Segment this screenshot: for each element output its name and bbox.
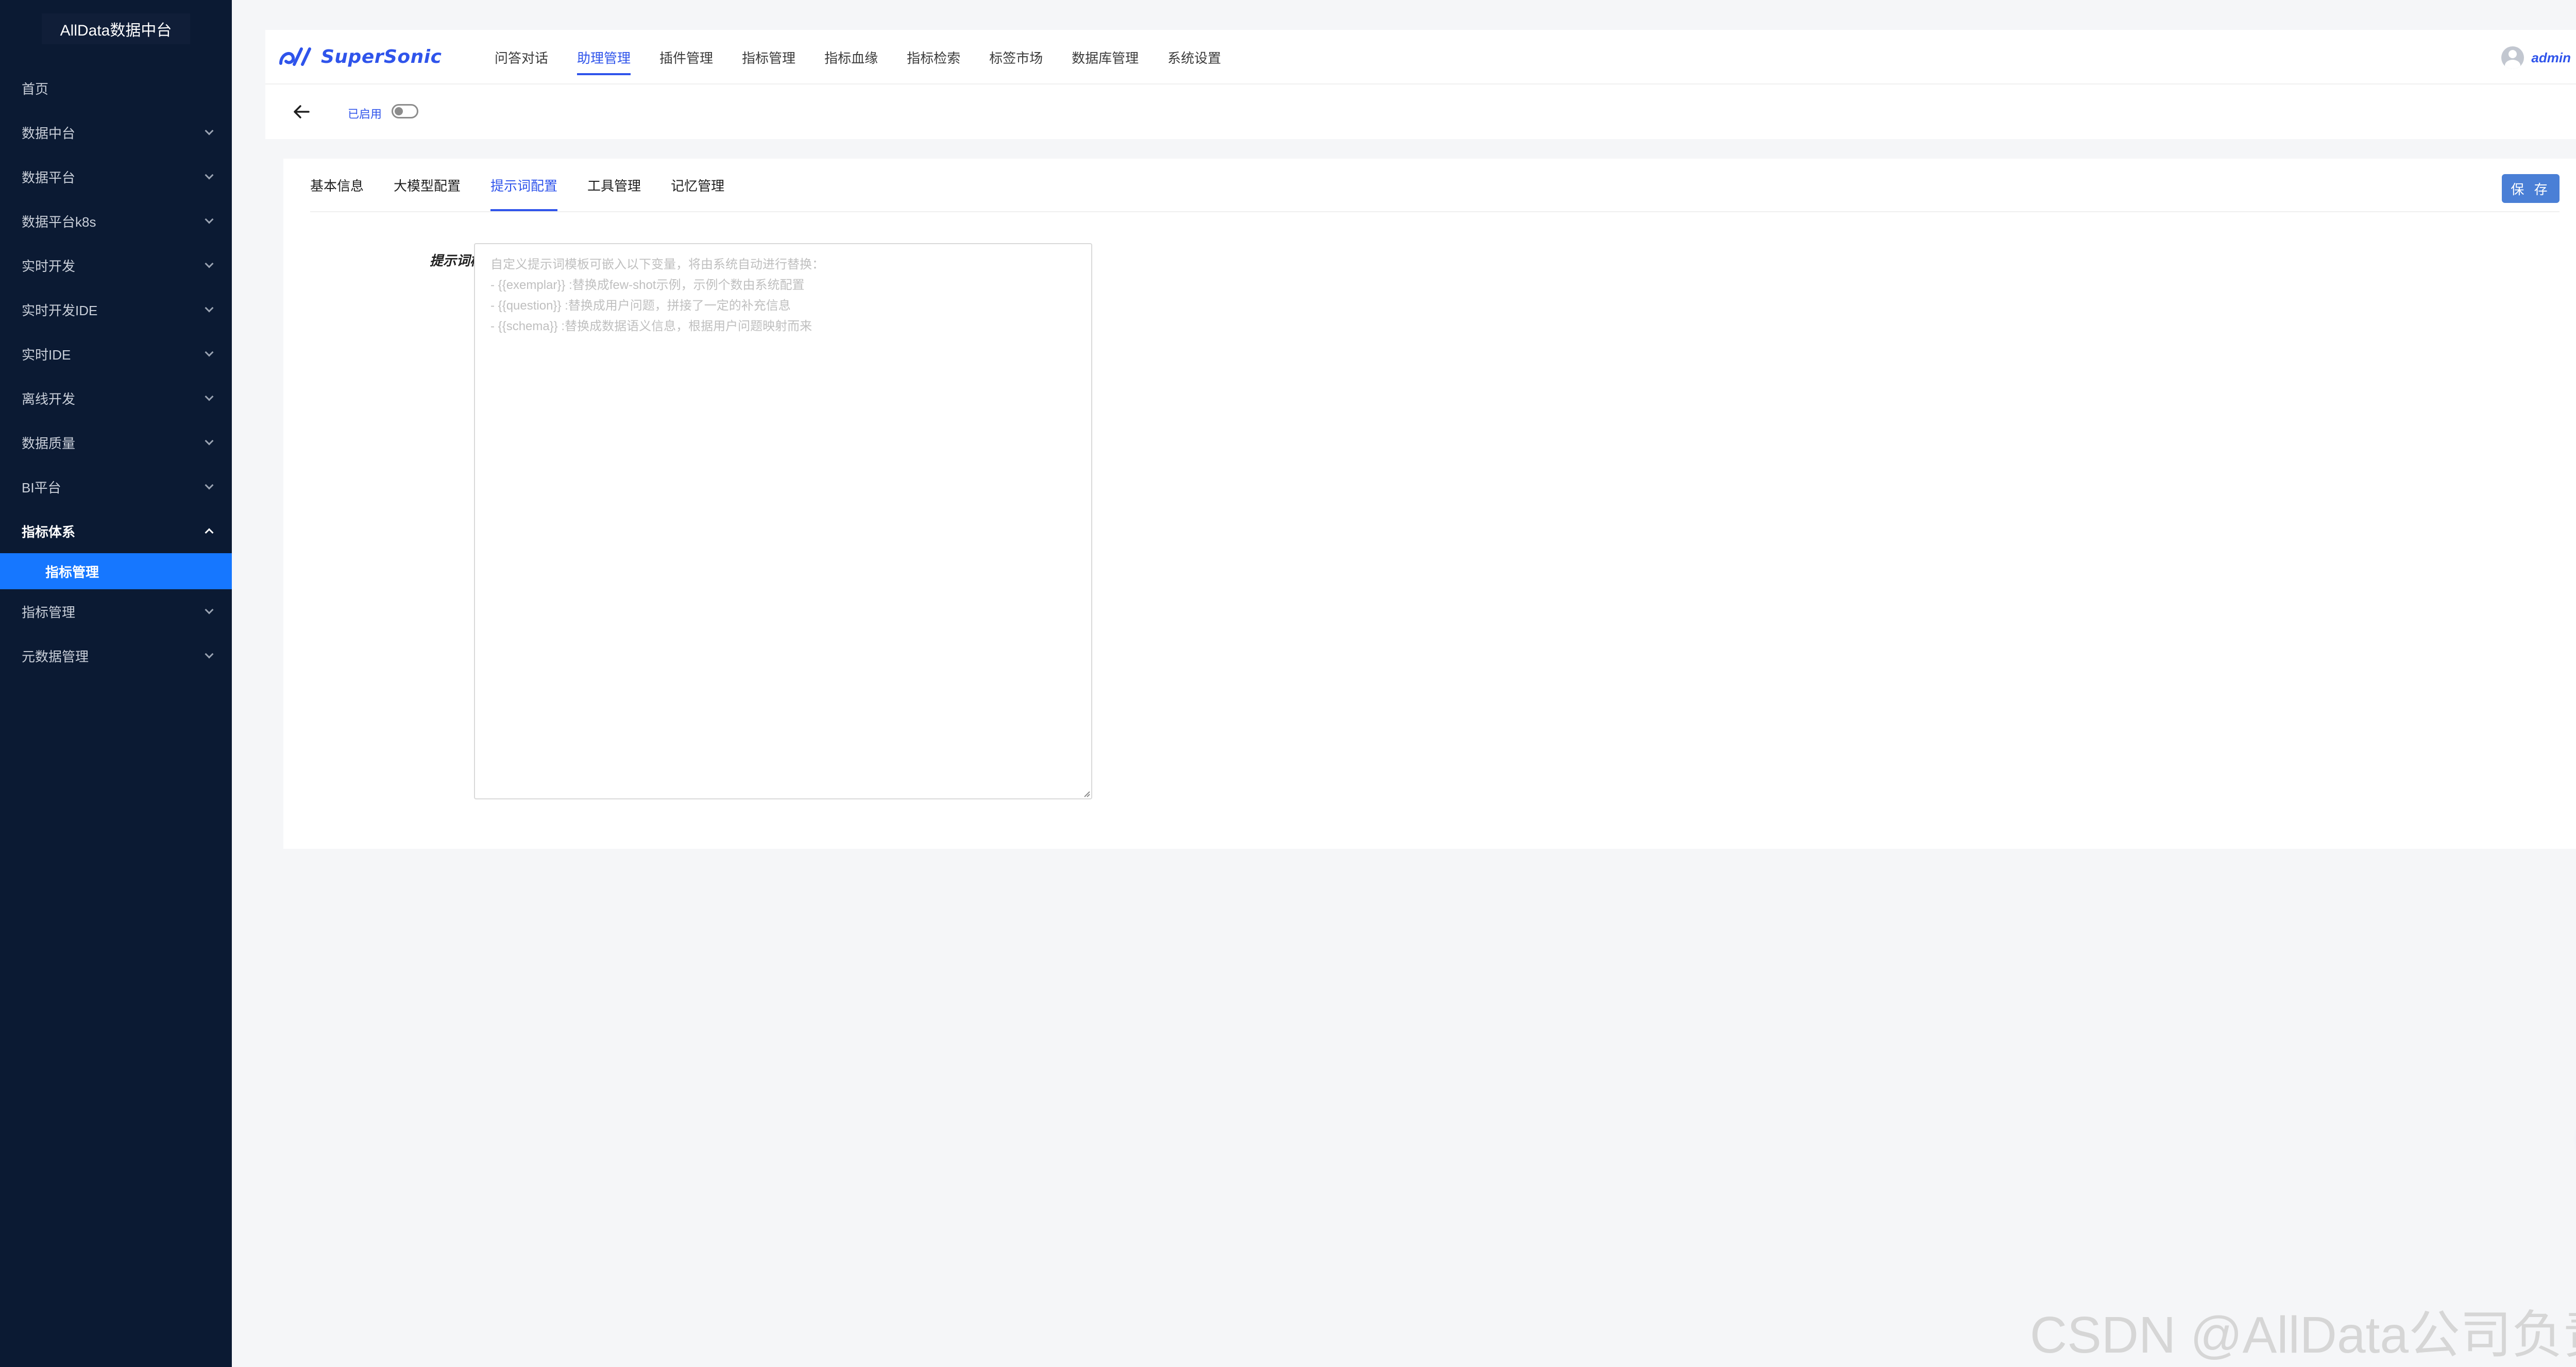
back-arrow-icon[interactable] — [290, 100, 314, 124]
sidebar-item-label: 数据平台k8s — [22, 214, 96, 230]
logo-text: SuperSonic — [321, 46, 442, 67]
status-label: 已启用 — [348, 108, 382, 121]
sidebar-item-metric-system[interactable]: 指标体系 — [0, 509, 232, 553]
chevron-up-icon — [205, 528, 214, 537]
sidebar-item-bi-platform[interactable]: BI平台 — [0, 465, 232, 509]
chevron-down-icon — [205, 650, 214, 659]
user-menu[interactable]: admin — [2501, 45, 2571, 70]
sidebar-item-data-platform[interactable]: 数据平台 — [0, 155, 232, 199]
sub-header: 已启用 — [265, 84, 2576, 139]
tab-llm-config[interactable]: 大模型配置 — [394, 159, 461, 211]
tabs-divider — [310, 211, 2560, 212]
sidebar-item-label: 实时IDE — [22, 347, 71, 363]
sidebar-brand: AllData数据中台 — [0, 0, 232, 58]
nav-tab-qa-chat[interactable]: 问答对话 — [495, 30, 548, 84]
sidebar-item-data-platform-k8s[interactable]: 数据平台k8s — [0, 199, 232, 243]
supersonic-logo-icon — [279, 47, 311, 66]
sidebar-item-realtime-dev-ide[interactable]: 实时开发IDE — [0, 287, 232, 332]
placeholder-line: - {{exemplar}} :替换成few-shot示例，示例个数由系统配置 — [490, 278, 805, 292]
sidebar-subitem-label: 指标管理 — [45, 564, 99, 580]
resize-handle-icon[interactable] — [1082, 789, 1090, 797]
sidebar-item-offline-dev[interactable]: 离线开发 — [0, 376, 232, 420]
sidebar-item-label: BI平台 — [22, 480, 61, 495]
sidebar-item-realtime-ide[interactable]: 实时IDE — [0, 332, 232, 376]
chevron-down-icon — [205, 481, 214, 490]
sidebar-item-label: 实时开发 — [22, 258, 76, 274]
sidebar-item-label: 实时开发IDE — [22, 302, 98, 318]
nav-tab-database-management[interactable]: 数据库管理 — [1072, 30, 1139, 84]
top-navigation: SuperSonic 问答对话 助理管理 插件管理 指标管理 指标血缘 指标检索… — [265, 30, 2576, 84]
chevron-down-icon — [205, 126, 214, 135]
brand-title: AllData数据中台 — [41, 13, 191, 44]
nav-tab-metric-management[interactable]: 指标管理 — [742, 30, 795, 84]
supersonic-logo[interactable]: SuperSonic — [278, 41, 442, 72]
tab-tool-management[interactable]: 工具管理 — [587, 159, 641, 211]
sidebar-item-label: 离线开发 — [22, 391, 76, 407]
chevron-down-icon — [205, 170, 214, 180]
nav-tab-tag-market[interactable]: 标签市场 — [989, 30, 1043, 84]
nav-tab-plugin-management[interactable]: 插件管理 — [659, 30, 713, 84]
prompt-template-textarea[interactable]: 自定义提示词模板可嵌入以下变量，将由系统自动进行替换： - {{exemplar… — [474, 243, 1092, 799]
config-tabs: 基本信息 大模型配置 提示词配置 工具管理 记忆管理 — [310, 159, 754, 211]
chevron-down-icon — [205, 215, 214, 224]
sidebar-subitem-metric-management[interactable]: 指标管理 — [0, 553, 232, 589]
sidebar-item-data-quality[interactable]: 数据质量 — [0, 420, 232, 465]
placeholder-line: 自定义提示词模板可嵌入以下变量，将由系统自动进行替换： — [490, 258, 824, 271]
sidebar-item-label: 数据平台 — [22, 169, 76, 185]
nav-tab-metric-search[interactable]: 指标检索 — [907, 30, 960, 84]
enable-toggle[interactable] — [392, 104, 418, 118]
placeholder-line: - {{question}} :替换成用户问题，拼接了一定的补充信息 — [490, 299, 791, 313]
sidebar-item-label: 首页 — [22, 81, 49, 97]
chevron-down-icon — [205, 436, 214, 446]
sidebar-item-home[interactable]: 首页 — [0, 66, 232, 110]
placeholder-line: - {{schema}} :替换成数据语义信息，根据用户问题映射而来 — [490, 319, 812, 333]
nav-tab-assistant-management[interactable]: 助理管理 — [577, 30, 631, 84]
nav-tab-system-settings[interactable]: 系统设置 — [1167, 30, 1221, 84]
sidebar-item-label: 数据质量 — [22, 435, 76, 451]
user-name: admin — [2531, 49, 2571, 65]
save-button[interactable]: 保 存 — [2502, 174, 2560, 203]
chevron-down-icon — [205, 392, 214, 401]
chevron-down-icon — [205, 259, 214, 268]
nav-tab-metric-lineage[interactable]: 指标血缘 — [824, 30, 878, 84]
sidebar-item-metric-management[interactable]: 指标管理 — [0, 589, 232, 634]
sidebar-item-data-center[interactable]: 数据中台 — [0, 110, 232, 155]
sidebar-item-label: 指标体系 — [22, 524, 76, 540]
avatar — [2501, 46, 2524, 69]
chevron-down-icon — [205, 605, 214, 614]
sidebar-item-label: 元数据管理 — [22, 648, 89, 664]
config-card: 基本信息 大模型配置 提示词配置 工具管理 记忆管理 保 存 提示词模板： 自定… — [283, 159, 2576, 849]
sidebar-item-metadata-management[interactable]: 元数据管理 — [0, 634, 232, 678]
tab-memory-management[interactable]: 记忆管理 — [671, 159, 724, 211]
main-nav: 问答对话 助理管理 插件管理 指标管理 指标血缘 指标检索 标签市场 数据库管理… — [495, 30, 1250, 84]
sidebar-item-label: 指标管理 — [22, 604, 76, 620]
sidebar-item-label: 数据中台 — [22, 125, 76, 141]
chevron-down-icon — [205, 348, 214, 357]
tab-prompt-config[interactable]: 提示词配置 — [490, 159, 558, 211]
watermark: CSDN @AllData公司负责人 — [2030, 1306, 2576, 1364]
sidebar-item-realtime-dev[interactable]: 实时开发 — [0, 243, 232, 287]
tab-basic-info[interactable]: 基本信息 — [310, 159, 364, 211]
chevron-down-icon — [205, 303, 214, 313]
sidebar: AllData数据中台 首页 数据中台 数据平台 数据平台k8s 实时开发 实时… — [0, 0, 232, 1367]
